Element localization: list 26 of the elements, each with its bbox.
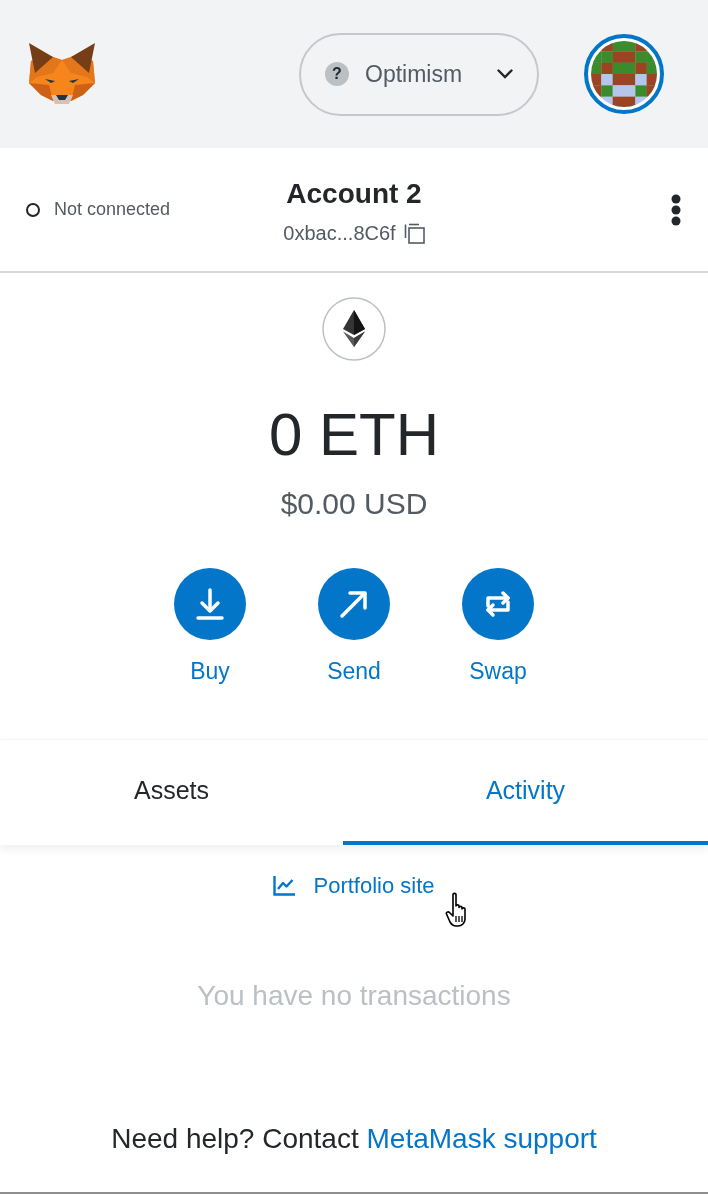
- tab[interactable]: Assets: [0, 740, 343, 845]
- empty-transactions-message: You have no transactions: [196, 979, 512, 1013]
- account-address: 0xbac...8C6f: [283, 222, 396, 245]
- portfolio-link[interactable]: Portfolio site: [273, 872, 435, 900]
- tab[interactable]: Activity: [343, 740, 708, 845]
- connection-status: Not connected: [54, 199, 171, 220]
- download-icon: [174, 568, 246, 640]
- fiat-balance: $0.00 USD: [280, 486, 428, 522]
- balance-amount: 0 ETH: [268, 400, 439, 470]
- ethereum-icon: [322, 297, 386, 361]
- swap-arrows-icon: [462, 568, 534, 640]
- fox-logo-icon: [27, 43, 97, 105]
- pixel-avatar-icon[interactable]: [584, 34, 664, 114]
- support-link[interactable]: MetaMask support: [366, 1123, 597, 1154]
- line-chart-icon: [273, 876, 296, 896]
- buy-button[interactable]: Buy: [160, 568, 260, 684]
- network-selector[interactable]: ? Optimism: [299, 32, 539, 116]
- question-icon: ?: [325, 62, 349, 86]
- more-options-button[interactable]: [670, 193, 682, 226]
- copy-icon[interactable]: [403, 223, 425, 244]
- swap-button[interactable]: Swap: [448, 568, 548, 684]
- account-name[interactable]: Account 2: [286, 178, 422, 210]
- send-button[interactable]: Send: [304, 568, 404, 684]
- arrow-up-right-icon: [318, 568, 390, 640]
- help-text: Need help? Contact MetaMask support: [110, 1122, 598, 1156]
- chevron-down-icon: [497, 69, 513, 79]
